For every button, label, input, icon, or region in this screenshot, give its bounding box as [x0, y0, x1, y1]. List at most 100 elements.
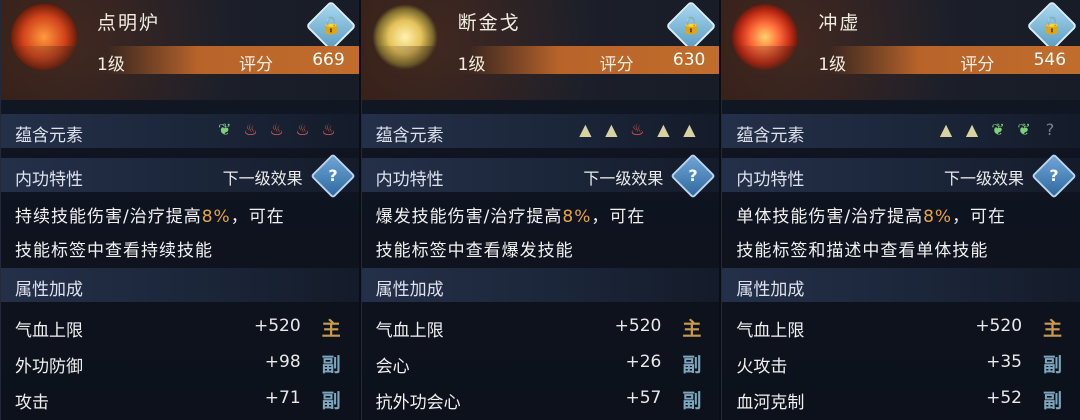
card-header: 冲虚 🔓 1级 评分 546 — [722, 0, 1080, 100]
card-header: 断金戈 🔓 1级 评分 630 — [361, 0, 720, 100]
sub-tag: 副 — [321, 354, 341, 376]
section-attrs: 属性加成 — [1, 268, 359, 302]
card-title: 冲虚 — [818, 12, 861, 34]
attr-value: +26 — [625, 352, 662, 372]
lock-icon[interactable]: 🔓 — [665, 0, 717, 52]
score-value: 669 — [312, 50, 345, 70]
lock-icon[interactable]: 🔓 — [1026, 0, 1078, 52]
card-duanjinge[interactable]: 断金戈 🔓 1级 评分 630 蕴含元素 ▲ ▲ ♨ ▲ ▲ 内功特性 下一级效… — [360, 0, 720, 420]
section-internal: 内功特性 下一级效果 ? — [361, 153, 720, 199]
sub-tag: 副 — [321, 390, 341, 412]
skill-description: 持续技能伤害/治疗提高8%，可在 技能标签中查看持续技能 — [15, 200, 345, 268]
attr-name: 外功防御 — [15, 357, 83, 377]
skill-description: 爆发技能伤害/治疗提高8%，可在 技能标签中查看爆发技能 — [376, 200, 706, 268]
desc-percent: 8% — [923, 207, 953, 227]
main-tag: 主 — [321, 318, 341, 340]
main-tag: 主 — [1043, 318, 1063, 340]
element-list: ▲ ▲ ❦ ❦ ? — [936, 120, 1060, 140]
lock-icon[interactable]: 🔓 — [305, 0, 357, 52]
attr-row: 火攻击 +35 副 — [722, 346, 1080, 380]
next-level-effect-label: 下一级效果 — [944, 169, 1025, 188]
score-bar — [361, 46, 720, 74]
level-text: 1级 — [457, 55, 486, 75]
main-tag: 主 — [682, 318, 702, 340]
fire-element-icon: ♨ — [321, 120, 336, 139]
desc-line2: 技能标签和描述中查看单体技能 — [736, 241, 989, 261]
attr-name: 会心 — [375, 357, 410, 377]
score-value: 630 — [672, 50, 706, 70]
attr-name: 血河克制 — [736, 393, 805, 413]
fire-element-icon: ♨ — [243, 120, 258, 139]
help-icon[interactable]: ? — [1031, 153, 1077, 199]
desc-line1b: ，可在 — [952, 207, 1007, 227]
metal-element-icon: ▲ — [965, 120, 979, 139]
section-attrs: 属性加成 — [722, 268, 1080, 302]
attr-value: +98 — [264, 352, 301, 372]
help-icon[interactable]: ? — [670, 153, 716, 199]
metal-element-icon: ▲ — [939, 120, 953, 139]
desc-line2: 技能标签中查看持续技能 — [15, 241, 213, 261]
attr-row: 会心 +26 副 — [362, 346, 720, 380]
attr-row: 外功防御 +98 副 — [1, 346, 359, 380]
wood-element-icon: ❦ — [991, 120, 1005, 139]
attr-row: 血河克制 +52 副 — [722, 382, 1080, 416]
section-elements-label: 蕴含元素 — [375, 126, 444, 146]
metal-element-icon: ▲ — [683, 120, 696, 139]
score-label: 评分 — [599, 55, 634, 75]
section-elements-label: 蕴含元素 — [15, 126, 83, 146]
section-elements: 蕴含元素 ▲ ▲ ❦ ❦ ? — [722, 114, 1080, 148]
attr-value: +520 — [253, 316, 301, 336]
section-elements: 蕴含元素 ❦ ♨ ♨ ♨ ♨ — [1, 114, 359, 148]
section-internal-label: 内功特性 — [736, 170, 805, 190]
card-chongxu[interactable]: 冲虚 🔓 1级 评分 546 蕴含元素 ▲ ▲ ❦ ❦ ? 内功特性 下一级效果… — [721, 0, 1080, 420]
desc-line1b: ，可在 — [230, 207, 285, 227]
section-internal-label: 内功特性 — [375, 170, 444, 190]
attr-row: 气血上限 +520 主 — [722, 310, 1080, 344]
section-internal-label: 内功特性 — [15, 170, 83, 190]
score-bar — [1, 46, 359, 74]
desc-line1a: 单体技能伤害/治疗提高 — [736, 207, 924, 227]
sub-tag: 副 — [1043, 354, 1063, 376]
sub-tag: 副 — [682, 354, 702, 376]
element-list: ❦ ♨ ♨ ♨ ♨ — [215, 120, 339, 140]
help-icon[interactable]: ? — [310, 153, 356, 199]
score-label: 评分 — [239, 55, 273, 75]
score-bar — [722, 46, 1080, 74]
attr-name: 气血上限 — [15, 321, 83, 341]
sub-tag: 副 — [1043, 390, 1063, 412]
sub-tag: 副 — [682, 390, 702, 412]
section-internal: 内功特性 下一级效果 ? — [1, 153, 359, 199]
section-attrs-label: 属性加成 — [736, 280, 805, 300]
section-attrs-label: 属性加成 — [375, 280, 444, 300]
section-elements: 蕴含元素 ▲ ▲ ♨ ▲ ▲ — [361, 114, 720, 148]
attr-value: +520 — [975, 316, 1023, 336]
desc-line1a: 持续技能伤害/治疗提高 — [15, 207, 202, 227]
fire-element-icon: ♨ — [630, 120, 645, 139]
attr-value: +57 — [625, 388, 662, 408]
card-header: 点明炉 🔓 1级 评分 669 — [1, 0, 359, 100]
card-title: 断金戈 — [457, 12, 521, 34]
card-title: 点明炉 — [97, 12, 161, 34]
desc-percent: 8% — [201, 207, 231, 227]
attr-name: 火攻击 — [736, 357, 788, 377]
neigong-comparison: 点明炉 🔓 1级 评分 669 蕴含元素 ❦ ♨ ♨ ♨ ♨ 内功特性 下一级效… — [0, 0, 1080, 420]
level-text: 1级 — [97, 55, 125, 75]
metal-element-icon: ▲ — [605, 120, 618, 139]
score-value: 546 — [1033, 50, 1067, 70]
desc-line1b: ，可在 — [591, 207, 646, 227]
attr-name: 抗外功会心 — [375, 393, 461, 413]
fire-element-icon: ♨ — [269, 120, 284, 139]
attr-name: 气血上限 — [736, 321, 805, 341]
section-internal: 内功特性 下一级效果 ? — [722, 153, 1080, 199]
attr-name: 攻击 — [15, 393, 49, 413]
desc-line1a: 爆发技能伤害/治疗提高 — [375, 207, 563, 227]
fire-element-icon: ♨ — [295, 120, 310, 139]
desc-line2: 技能标签中查看爆发技能 — [375, 241, 574, 261]
next-level-effect-label: 下一级效果 — [583, 169, 664, 188]
section-elements-label: 蕴含元素 — [736, 126, 805, 146]
score-label: 评分 — [960, 55, 995, 75]
section-attrs: 属性加成 — [361, 268, 720, 302]
card-dianminglu[interactable]: 点明炉 🔓 1级 评分 669 蕴含元素 ❦ ♨ ♨ ♨ ♨ 内功特性 下一级效… — [0, 0, 359, 420]
next-level-effect-label: 下一级效果 — [222, 169, 303, 188]
desc-percent: 8% — [562, 207, 592, 227]
